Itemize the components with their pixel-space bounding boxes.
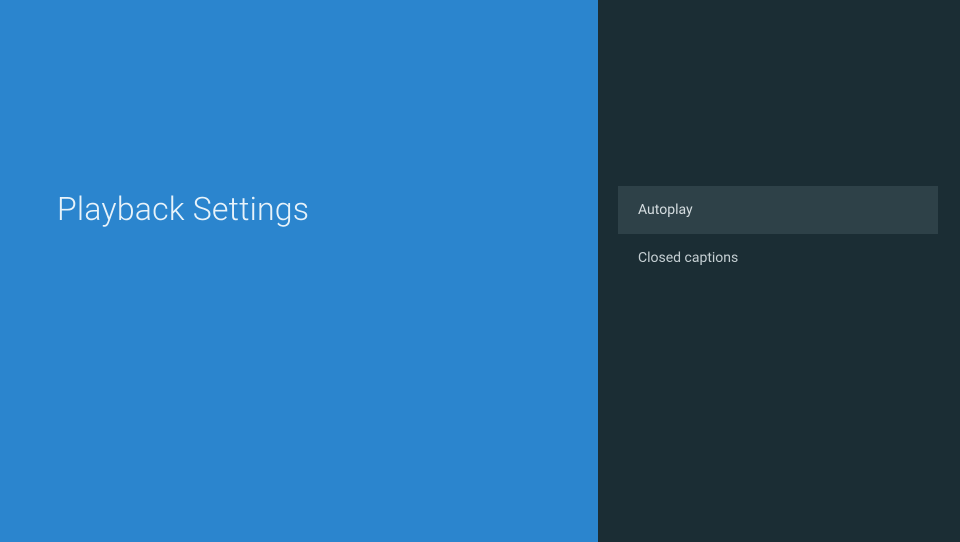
menu-item-label: Autoplay (638, 202, 693, 218)
menu-item-autoplay[interactable]: Autoplay (618, 186, 938, 234)
menu-item-label: Closed captions (638, 250, 738, 266)
settings-menu: Autoplay Closed captions (598, 0, 960, 542)
title-panel: Playback Settings (0, 0, 598, 542)
page-title: Playback Settings (57, 190, 309, 228)
menu-item-closed-captions[interactable]: Closed captions (618, 234, 938, 282)
